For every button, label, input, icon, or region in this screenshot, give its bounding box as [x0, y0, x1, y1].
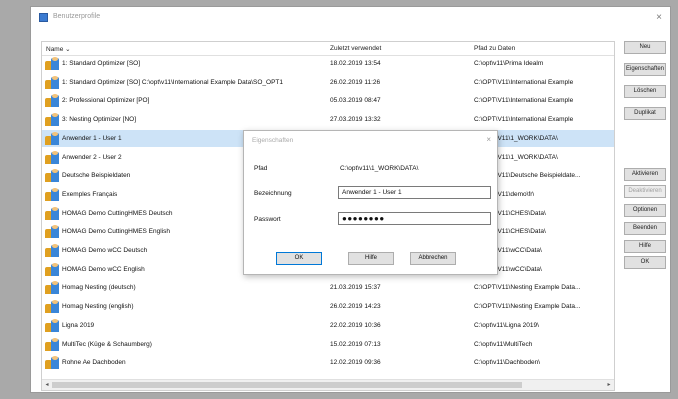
scroll-left-icon[interactable]: ◂ [42, 380, 52, 390]
scroll-right-icon[interactable]: ▸ [604, 380, 614, 390]
user-group-icon [45, 57, 59, 70]
duplicate-button[interactable]: Duplikat [624, 107, 666, 120]
table-row[interactable]: 3: Nesting Optimizer [NO] 27.03.2019 13:3… [42, 111, 614, 128]
user-group-icon [45, 356, 59, 370]
row-date: 27.03.2019 13:32 [330, 116, 381, 124]
dialog-cancel-button[interactable]: Abbrechen [410, 252, 456, 265]
scrollbar-thumb[interactable] [52, 382, 522, 388]
name-label: Bezeichnung [254, 190, 292, 197]
row-name: 1: Standard Optimizer [SO] C:\opt\v11\In… [62, 78, 283, 86]
row-name: 1: Standard Optimizer [SO] [62, 60, 141, 67]
row-name: HOMAG Demo wCC English [62, 265, 145, 273]
path-label: Pfad [254, 165, 268, 172]
exit-button[interactable]: Beenden [624, 222, 666, 235]
row-path: C:\opt\v11\Ligna 2019\ [474, 321, 539, 329]
user-group-icon [45, 113, 59, 127]
user-group-icon [45, 225, 59, 239]
user-group-icon [45, 150, 59, 164]
row-name: Exemples Français [62, 190, 118, 198]
password-label: Passwort [254, 216, 281, 223]
row-date: 26.02.2019 11:26 [330, 78, 381, 86]
table-row[interactable]: 2: Professional Optimizer [PO] 05.03.2019… [42, 92, 614, 109]
table-row[interactable]: Homag Nesting (english) 26.02.2019 14:23 C… [42, 298, 614, 315]
row-path: C:\opt\v11\MultiTech [474, 340, 533, 348]
table-row[interactable]: Rohne Ae Dachboden 12.02.2019 09:36 C:\opt… [42, 354, 614, 371]
activate-button[interactable]: Aktivieren [624, 168, 666, 181]
table-row[interactable]: Ligna 2019 22.02.2019 10:36 C:\opt\v11\Lig… [42, 317, 614, 334]
column-header-name[interactable]: Name ⌄ [46, 45, 71, 53]
user-group-icon [45, 337, 59, 351]
password-field[interactable]: ●●●●●●●● [338, 212, 491, 225]
dialog-ok-button[interactable]: OK [276, 252, 322, 265]
row-path: C:\opt\v11\Dachboden\ [474, 359, 541, 367]
row-date: 21.03.2019 15:37 [330, 284, 381, 292]
path-value: C:\opt\v11\1_WORK\DATA\ [340, 165, 419, 172]
row-date: 26.02.2019 14:23 [330, 303, 381, 311]
table-row[interactable]: 1: Standard Optimizer [SO] C:\opt\v11\In… [42, 74, 614, 91]
row-name: Deutsche Beispieldaten [62, 172, 131, 180]
row-date: 12.02.2019 09:36 [330, 359, 381, 367]
row-name: HOMAG Demo CuttingHMES English [62, 228, 171, 236]
row-name: Ligna 2019 [62, 321, 95, 329]
user-group-icon [45, 281, 59, 295]
ok-button[interactable]: OK [624, 256, 666, 269]
help-button[interactable]: Hilfe [624, 240, 666, 253]
properties-button[interactable]: Eigenschaften [624, 63, 666, 76]
table-row[interactable]: MultiTec (Küge & Schaumberg) 15.02.2019 0… [42, 336, 614, 353]
row-name: Homag Nesting (english) [62, 303, 134, 311]
row-name: HOMAG Demo wCC Deutsch [62, 247, 148, 254]
properties-dialog: Eigenschaften × Pfad C:\opt\v11\1_WORK\D… [243, 130, 498, 275]
app-icon [39, 13, 48, 22]
user-group-icon [45, 131, 59, 145]
row-name: 2: Professional Optimizer [PO] [62, 97, 150, 105]
title-bar: Benutzerprofile × [31, 7, 670, 29]
delete-button[interactable]: Löschen [624, 85, 666, 98]
list-header: Name ⌄ Zuletzt verwendet Pfad zu Daten [42, 42, 614, 56]
row-path: C:\OPT\V11\Nesting Example Data... [474, 303, 581, 311]
options-button[interactable]: Optionen [624, 204, 666, 217]
dialog-help-button[interactable]: Hilfe [348, 252, 394, 265]
row-name: HOMAG Demo CuttingHMES Deutsch [62, 209, 173, 217]
column-header-date[interactable]: Zuletzt verwendet [330, 45, 381, 52]
row-name: Homag Nesting (deutsch) [62, 284, 136, 292]
row-path: C:\OPT\V11\Nesting Example Data... [474, 284, 581, 292]
user-group-icon [45, 94, 59, 108]
column-header-path[interactable]: Pfad zu Daten [474, 45, 515, 52]
row-path: C:\OPT\V11\International Example [474, 116, 574, 124]
row-path: C:\OPT\V11\International Example [474, 97, 574, 105]
row-date: 18.02.2019 13:54 [330, 60, 381, 67]
user-group-icon [45, 75, 59, 89]
close-icon[interactable]: × [652, 11, 666, 25]
window-title: Benutzerprofile [53, 13, 101, 20]
row-path: C:\opt\v11\Prima Idealm [474, 60, 544, 67]
user-group-icon [45, 206, 59, 220]
row-name: Rohne Ae Dachboden [62, 359, 126, 367]
user-group-icon [45, 318, 59, 332]
user-group-icon [45, 262, 59, 276]
name-field[interactable]: Anwender 1 - User 1 [338, 186, 491, 199]
user-group-icon [45, 169, 59, 183]
row-date: 05.03.2019 08:47 [330, 97, 381, 105]
row-name: Anwender 1 - User 1 [62, 134, 122, 142]
row-name: MultiTec (Küge & Schaumberg) [62, 340, 152, 348]
horizontal-scrollbar[interactable]: ◂ ▸ [42, 379, 614, 390]
profile-window: Benutzerprofile × Name ⌄ Zuletzt verwend… [30, 6, 671, 393]
dialog-title: Eigenschaften [252, 137, 294, 144]
row-path: C:\OPT\V11\International Example [474, 78, 574, 86]
row-date: 22.02.2019 10:36 [330, 321, 381, 329]
user-group-icon [45, 300, 59, 314]
user-group-icon [45, 244, 59, 257]
dialog-close-icon[interactable]: × [486, 135, 491, 144]
row-name: 3: Nesting Optimizer [NO] [62, 116, 137, 124]
row-name: Anwender 2 - User 2 [62, 153, 122, 161]
new-button[interactable]: Neu [624, 41, 666, 54]
row-date: 15.02.2019 07:13 [330, 340, 381, 348]
table-row[interactable]: 1: Standard Optimizer [SO] 18.02.2019 13:… [42, 55, 614, 72]
user-group-icon [45, 187, 59, 201]
table-row[interactable]: Homag Nesting (deutsch) 21.03.2019 15:37 C… [42, 279, 614, 296]
deactivate-button[interactable]: Deaktivieren [624, 185, 666, 198]
